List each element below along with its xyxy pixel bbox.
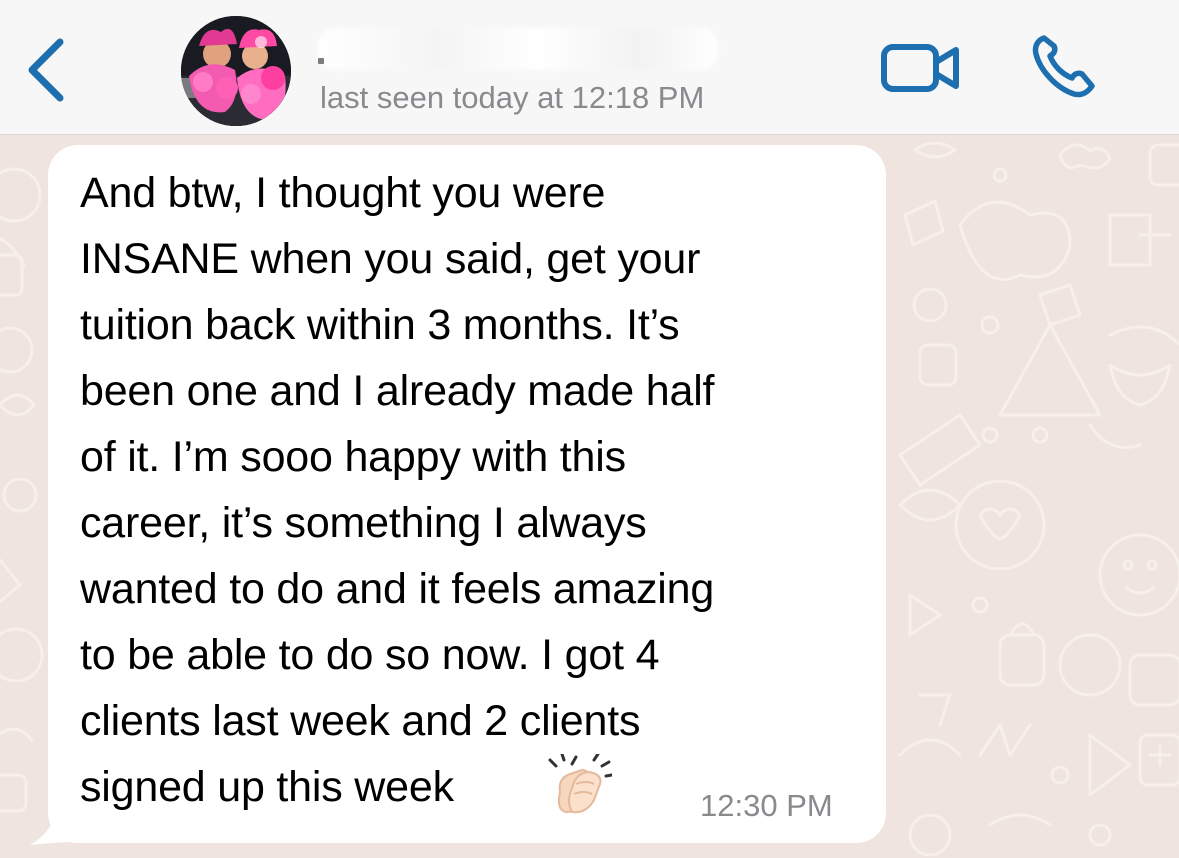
contact-avatar[interactable] (181, 16, 291, 126)
last-seen-status: last seen today at 12:18 PM (320, 80, 705, 115)
name-redaction-mark (318, 58, 324, 64)
message-timestamp: 12:30 PM (700, 788, 833, 823)
message-text: And btw, I thought you were INSANE when … (80, 169, 715, 811)
video-camera-icon (881, 44, 959, 92)
voice-call-button[interactable] (1030, 34, 1100, 100)
chat-header: last seen today at 12:18 PM (0, 0, 1179, 135)
phone-icon (1032, 35, 1095, 98)
contact-name[interactable] (318, 28, 718, 70)
avatar-photo (181, 16, 291, 126)
chevron-left-icon (28, 38, 64, 102)
clapping-hands-icon (546, 752, 614, 820)
back-button[interactable] (22, 34, 72, 104)
video-call-button[interactable] (880, 42, 964, 94)
